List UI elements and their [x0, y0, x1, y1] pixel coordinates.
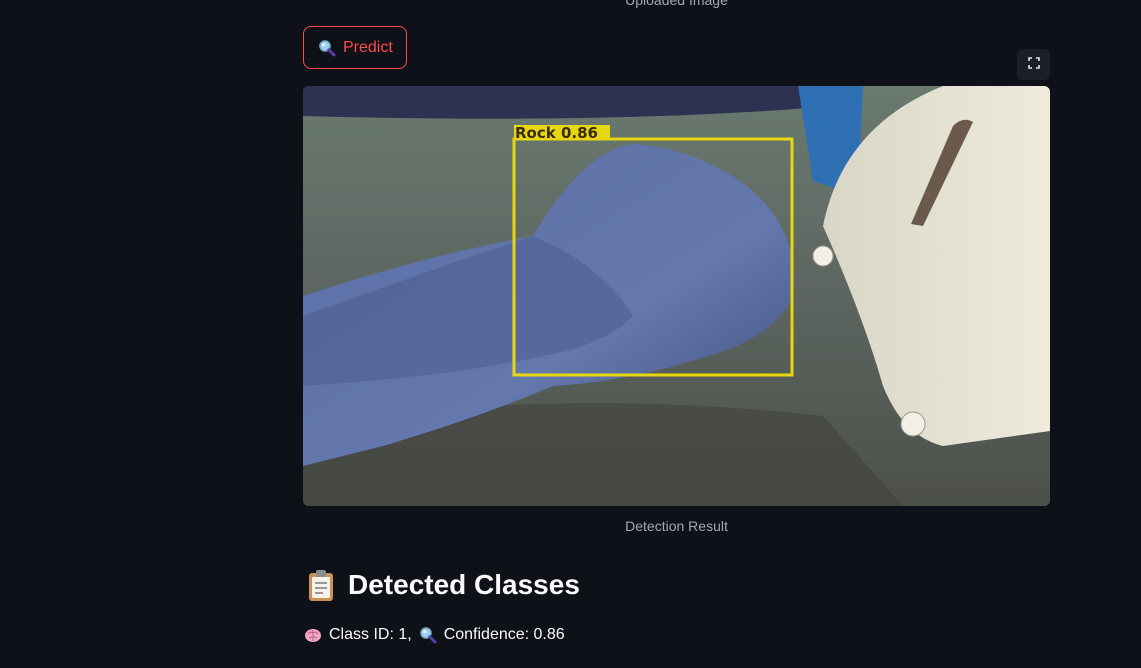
detected-classes-heading-text: Detected Classes: [348, 569, 580, 600]
predict-button-label: Predict: [343, 38, 393, 56]
magnifier-icon: [318, 39, 336, 57]
detection-result-caption: Detection Result: [625, 518, 728, 534]
detected-classes-heading: Detected Classes: [306, 568, 580, 602]
detection-result-image: Rock 0.86: [303, 86, 1050, 506]
fullscreen-icon: [1027, 56, 1040, 74]
predict-button[interactable]: Predict: [303, 26, 407, 69]
fullscreen-button[interactable]: [1017, 49, 1050, 80]
detection-list-item: Class ID: 1, Confidence: 0.86: [304, 626, 565, 644]
clipboard-icon: [306, 568, 336, 602]
class-id-text: Class ID: 1,: [329, 626, 412, 643]
uploaded-image-caption: Uploaded Image: [625, 0, 728, 8]
magnifier-icon: [419, 626, 437, 644]
brain-icon: [304, 626, 322, 644]
confidence-text: Confidence: 0.86: [443, 626, 565, 643]
detection-box-label: Rock 0.86: [515, 124, 598, 142]
app-main: Uploaded Image Predict Rock 0.86 Detecti…: [0, 0, 1141, 668]
